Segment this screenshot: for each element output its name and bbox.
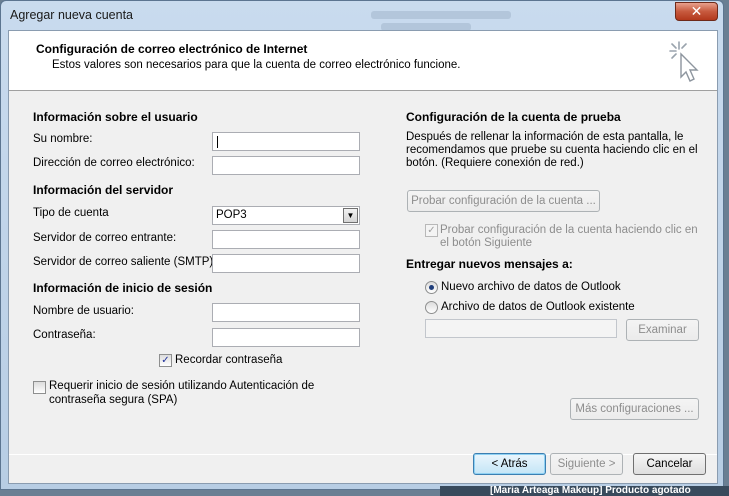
existing-datafile-radio[interactable]	[425, 301, 438, 314]
delivery-heading: Entregar nuevos mensajes a:	[406, 257, 573, 271]
username-input[interactable]	[212, 303, 360, 322]
dialog-window: Agregar nueva cuenta ✕ Configuración de …	[0, 0, 724, 490]
cancel-button[interactable]: Cancelar	[633, 453, 706, 475]
header-subtitle: Estos valores son necesarios para que la…	[52, 59, 461, 71]
email-label: Dirección de correo electrónico:	[33, 157, 195, 169]
title-bar[interactable]: Agregar nueva cuenta ✕	[1, 1, 723, 31]
spa-label-line2[interactable]: contraseña segura (SPA)	[49, 394, 177, 406]
incoming-server-label: Servidor de correo entrante:	[33, 232, 177, 244]
text-caret	[217, 136, 218, 148]
test-settings-heading: Configuración de la cuenta de prueba	[406, 110, 621, 124]
auto-test-label-line2[interactable]: el botón Siguiente	[440, 237, 532, 249]
test-desc-line1: Después de rellenar la información de es…	[406, 131, 684, 143]
login-info-heading: Información de inicio de sesión	[33, 281, 213, 295]
outgoing-server-input[interactable]	[212, 254, 360, 273]
new-datafile-label[interactable]: Nuevo archivo de datos de Outlook	[441, 281, 621, 293]
remember-password-label[interactable]: Recordar contraseña	[175, 354, 282, 366]
remember-password-checkbox[interactable]: ✓	[159, 354, 172, 367]
account-type-label: Tipo de cuenta	[33, 207, 109, 219]
back-button[interactable]: < Atrás	[473, 453, 546, 475]
window-title: Agregar nueva cuenta	[10, 8, 134, 22]
account-type-select[interactable]: POP3 ▼	[212, 206, 360, 225]
browse-button[interactable]: Examinar	[626, 319, 699, 341]
cursor-sparkle-icon	[669, 41, 699, 82]
test-desc-line3: botón. (Requiere conexión de red.)	[406, 157, 584, 169]
header-title: Configuración de correo electrónico de I…	[36, 42, 308, 56]
name-input[interactable]	[212, 132, 360, 151]
name-label: Su nombre:	[33, 133, 93, 145]
auto-test-checkbox[interactable]: ✓	[425, 224, 438, 237]
outgoing-server-label: Servidor de correo saliente (SMTP):	[33, 256, 217, 268]
username-label: Nombre de usuario:	[33, 305, 134, 317]
dialog-body: Configuración de correo electrónico de I…	[8, 30, 718, 484]
incoming-server-input[interactable]	[212, 230, 360, 249]
user-info-heading: Información sobre el usuario	[33, 110, 198, 124]
server-info-heading: Información del servidor	[33, 183, 174, 197]
datafile-path-input[interactable]	[425, 319, 617, 338]
background-window-ghost	[371, 11, 511, 19]
new-datafile-radio[interactable]	[425, 281, 438, 294]
test-account-button[interactable]: Probar configuración de la cuenta ...	[407, 190, 600, 212]
more-settings-button[interactable]: Más configuraciones ...	[570, 398, 699, 420]
account-type-value: POP3	[216, 209, 247, 221]
close-button[interactable]: ✕	[675, 2, 718, 21]
taskbar-notification[interactable]: [Maria Arteaga Makeup] Producto agotado	[440, 486, 729, 496]
spa-checkbox[interactable]	[33, 381, 46, 394]
chevron-down-icon[interactable]: ▼	[343, 208, 358, 223]
wizard-header: Configuración de correo electrónico de I…	[9, 31, 717, 91]
test-desc-line2: recomendamos que pruebe su cuenta hacien…	[406, 144, 698, 156]
existing-datafile-label[interactable]: Archivo de datos de Outlook existente	[441, 301, 635, 313]
spa-label-line1[interactable]: Requerir inicio de sesión utilizando Aut…	[49, 380, 314, 392]
email-input[interactable]	[212, 156, 360, 175]
auto-test-label-line1[interactable]: Probar configuración de la cuenta hacien…	[440, 224, 698, 236]
password-label: Contraseña:	[33, 329, 96, 341]
password-input[interactable]	[212, 328, 360, 347]
next-button[interactable]: Siguiente >	[550, 453, 623, 475]
